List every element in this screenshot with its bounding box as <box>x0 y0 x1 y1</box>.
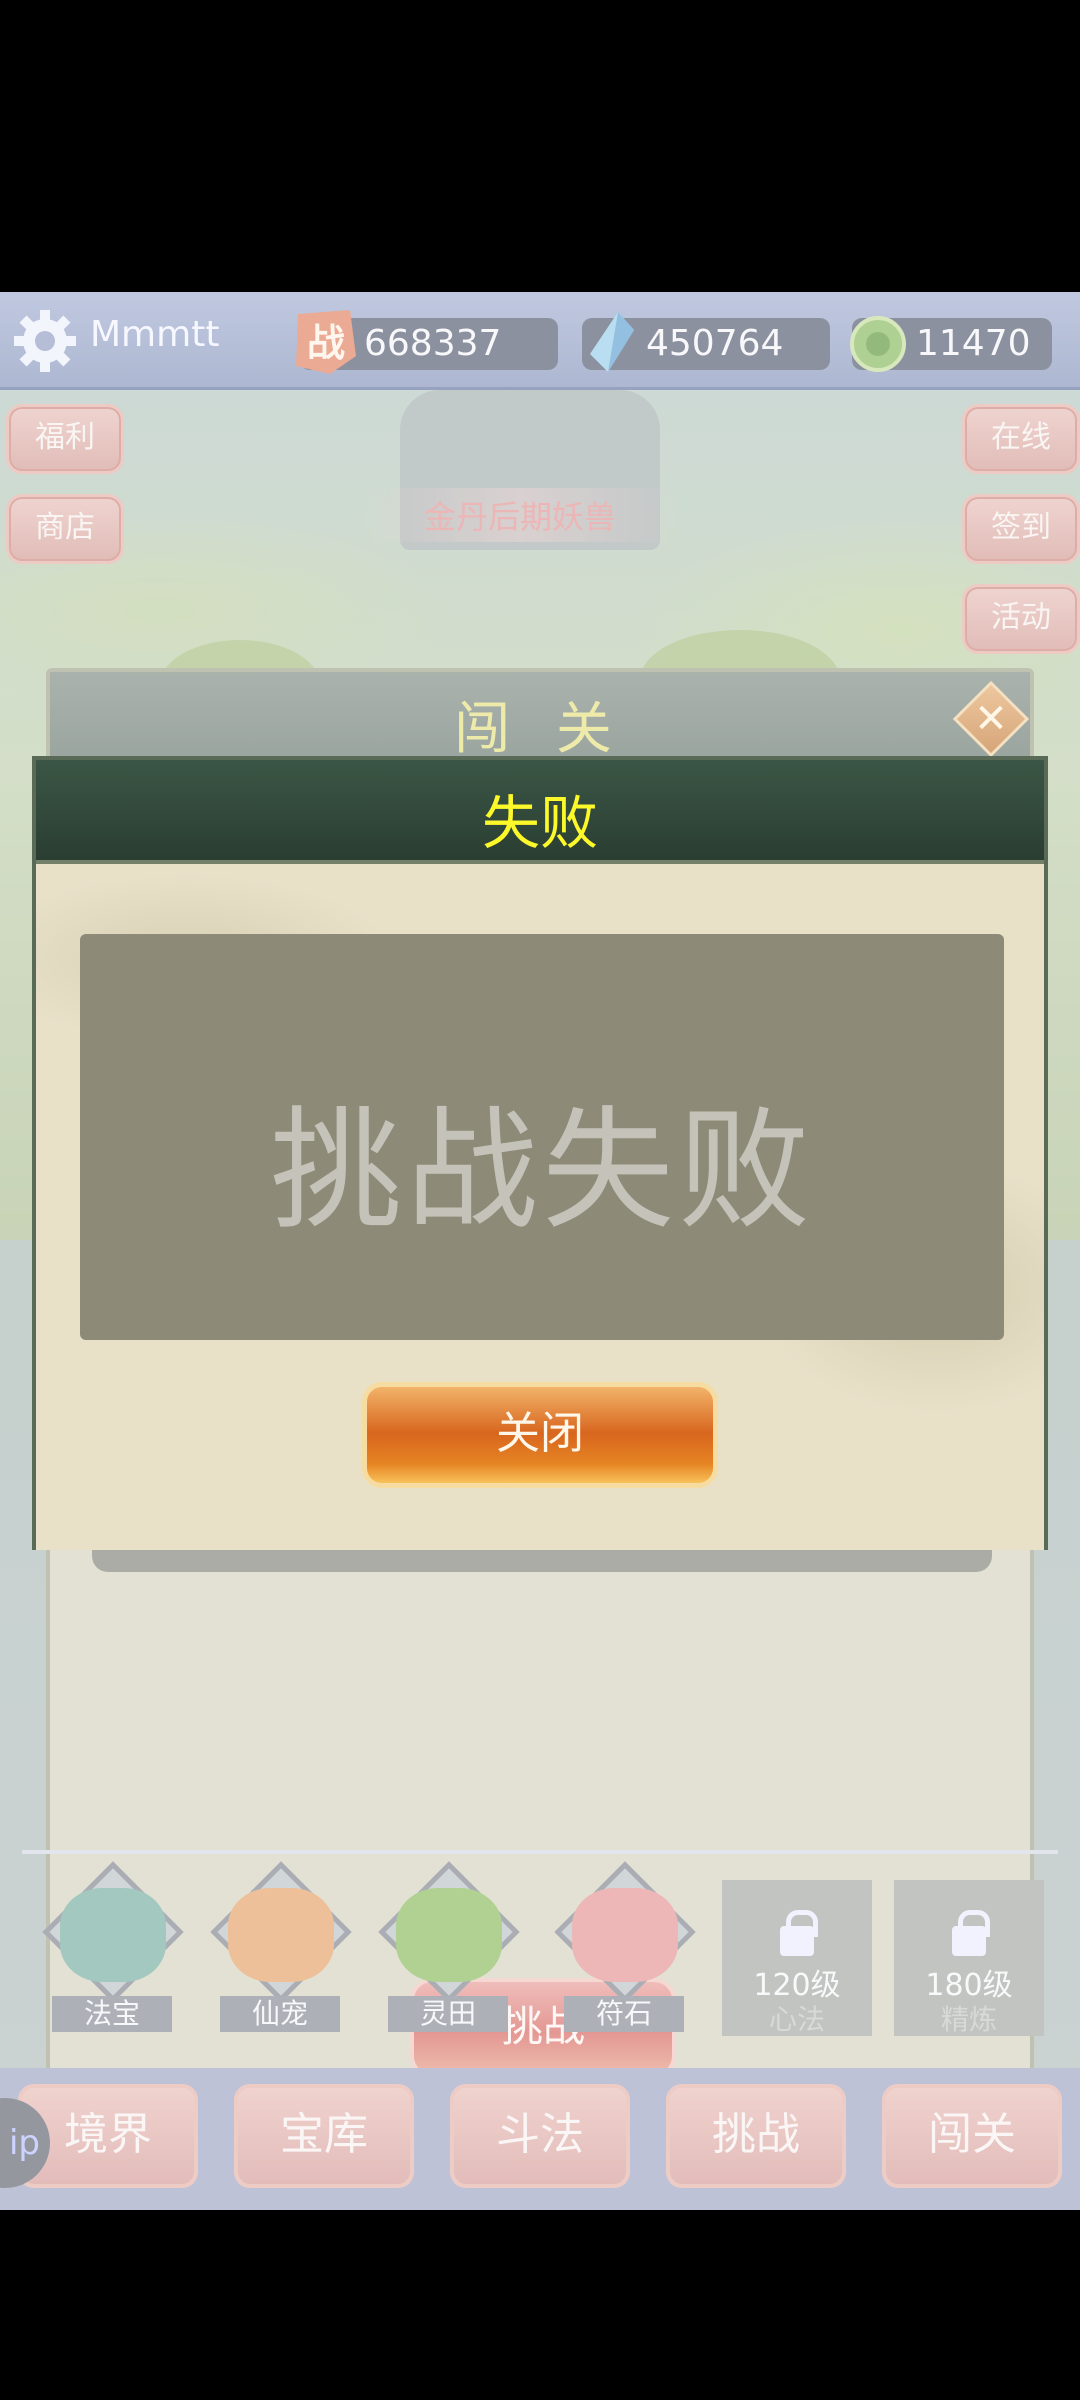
close-button[interactable]: 关闭 <box>362 1382 718 1488</box>
screen: Mmmtt 战 668337 450764 11470 福利 商店 在线 签到 … <box>0 0 1080 2400</box>
fail-dialog-header: 失败 <box>36 760 1044 864</box>
fail-message: 挑战失败 <box>270 1094 814 1248</box>
fail-dialog-title: 失败 <box>481 789 598 857</box>
fail-dialog: 失败 挑战失败 关闭 <box>32 756 1048 1550</box>
fail-message-box: 挑战失败 <box>80 934 1004 1340</box>
